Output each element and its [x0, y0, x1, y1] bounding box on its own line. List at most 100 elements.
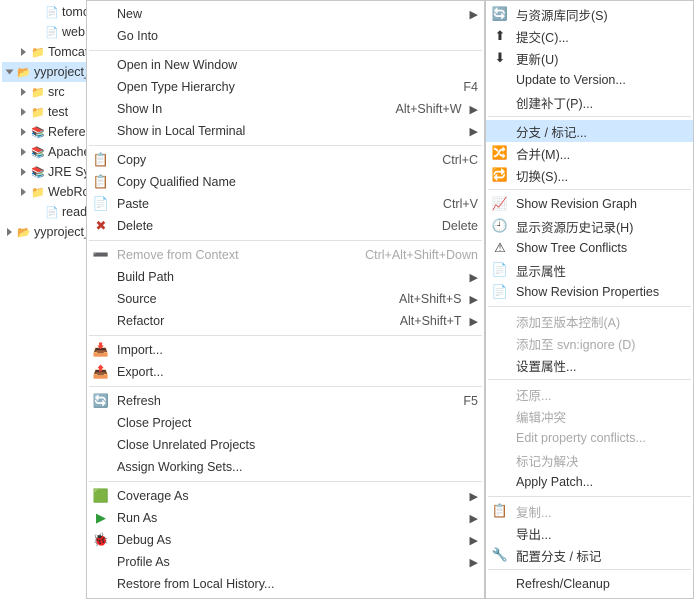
- menu2-item-28[interactable]: 🔧配置分支 / 标记: [486, 544, 693, 566]
- menu2-item-2[interactable]: ⬇更新(U): [486, 47, 693, 69]
- tree-icon: 📁: [30, 44, 46, 60]
- menu-label: Apply Patch...: [516, 475, 687, 489]
- menu-label: Copy: [117, 153, 432, 167]
- menu1-item-1[interactable]: Go Into: [87, 25, 484, 47]
- expand-arrow-icon: [30, 5, 44, 19]
- menu-shortcut: Ctrl+Alt+Shift+Down: [365, 248, 478, 262]
- menu1-item-14[interactable]: Build Path▶: [87, 266, 484, 288]
- menu-label: Source: [117, 292, 389, 306]
- menu-icon: [91, 27, 111, 45]
- menu-label: Paste: [117, 197, 433, 211]
- tree-label: yyproject_: [34, 65, 91, 79]
- menu1-item-24[interactable]: Assign Working Sets...: [87, 456, 484, 478]
- menu1-item-16[interactable]: RefactorAlt+Shift+T▶: [87, 310, 484, 332]
- menu2-item-10[interactable]: 📈Show Revision Graph: [486, 193, 693, 215]
- menu2-item-8[interactable]: 🔁切换(S)...: [486, 164, 693, 186]
- menu1-item-6[interactable]: Show in Local Terminal▶: [87, 120, 484, 142]
- menu2-item-1[interactable]: ⬆提交(C)...: [486, 25, 693, 47]
- menu1-item-5[interactable]: Show InAlt+Shift+W▶: [87, 98, 484, 120]
- menu2-item-24[interactable]: Apply Patch...: [486, 471, 693, 493]
- menu1-item-19[interactable]: 📤Export...: [87, 361, 484, 383]
- menu1-item-26[interactable]: 🟩Coverage As▶: [87, 485, 484, 507]
- menu-label: Open Type Hierarchy: [117, 80, 453, 94]
- submenu-arrow-icon: ▶: [470, 490, 478, 503]
- menu1-item-4[interactable]: Open Type HierarchyF4: [87, 76, 484, 98]
- menu-icon: 🟩: [91, 487, 111, 505]
- menu1-item-28[interactable]: 🐞Debug As▶: [87, 529, 484, 551]
- expand-arrow-icon[interactable]: [2, 225, 16, 239]
- menu1-item-18[interactable]: 📥Import...: [87, 339, 484, 361]
- menu1-item-27[interactable]: ▶Run As▶: [87, 507, 484, 529]
- menu-label: 复制...: [516, 502, 687, 521]
- menu1-item-9[interactable]: 📋 Copy Qualified Name: [87, 171, 484, 193]
- menu2-item-11[interactable]: 🕘显示资源历史记录(H): [486, 215, 693, 237]
- tree-icon: 📚: [30, 124, 46, 140]
- menu-label: Refactor: [117, 314, 390, 328]
- menu1-item-15[interactable]: SourceAlt+Shift+S▶: [87, 288, 484, 310]
- menu-icon: 🔄: [91, 392, 111, 410]
- menu2-item-6[interactable]: 分支 / 标记...: [486, 120, 693, 142]
- menu1-item-31[interactable]: Java EE Tools▶: [87, 595, 484, 599]
- menu-label: 显示属性: [516, 261, 687, 280]
- submenu-arrow-icon: ▶: [470, 556, 478, 569]
- menu-label: 导出...: [516, 524, 687, 543]
- expand-arrow-icon[interactable]: [16, 145, 30, 159]
- tree-icon: 📚: [30, 144, 46, 160]
- expand-arrow-icon[interactable]: [2, 65, 16, 79]
- menu1-item-29[interactable]: Profile As▶: [87, 551, 484, 573]
- menu2-item-4[interactable]: 创建补丁(P)...: [486, 91, 693, 113]
- menu-icon: 📋: [91, 173, 111, 191]
- menu2-item-30[interactable]: Refresh/Cleanup: [486, 573, 693, 595]
- menu2-item-13[interactable]: 📄显示属性: [486, 259, 693, 281]
- menu2-item-27[interactable]: 导出...: [486, 522, 693, 544]
- expand-arrow-icon[interactable]: [16, 185, 30, 199]
- tree-label: src: [48, 85, 65, 99]
- menu-label: Copy Qualified Name: [117, 175, 478, 189]
- expand-arrow-icon[interactable]: [16, 105, 30, 119]
- expand-arrow-icon[interactable]: [16, 85, 30, 99]
- menu-icon: [91, 575, 111, 593]
- menu2-item-12[interactable]: ⚠Show Tree Conflicts: [486, 237, 693, 259]
- menu-icon: [91, 78, 111, 96]
- tree-icon: 📁: [30, 184, 46, 200]
- tree-icon: 📂: [16, 224, 32, 240]
- menu-label: 配置分支 / 标记: [516, 546, 687, 565]
- menu1-item-22[interactable]: Close Project: [87, 412, 484, 434]
- menu2-item-18[interactable]: 设置属性...: [486, 354, 693, 376]
- menu2-item-3[interactable]: Update to Version...: [486, 69, 693, 91]
- menu1-item-0[interactable]: New▶: [87, 3, 484, 25]
- menu2-item-7[interactable]: 🔀合并(M)...: [486, 142, 693, 164]
- menu-separator: [488, 116, 691, 117]
- menu2-item-21: 编辑冲突: [486, 405, 693, 427]
- menu-icon: [490, 312, 510, 330]
- tree-icon: 📄: [44, 204, 60, 220]
- expand-arrow-icon[interactable]: [16, 165, 30, 179]
- menu2-item-14[interactable]: 📄Show Revision Properties: [486, 281, 693, 303]
- menu-shortcut: F5: [463, 394, 478, 408]
- menu-label: Open in New Window: [117, 58, 478, 72]
- menu-icon: [91, 268, 111, 286]
- expand-arrow-icon[interactable]: [16, 125, 30, 139]
- menu1-item-10[interactable]: 📄PasteCtrl+V: [87, 193, 484, 215]
- menu-label: Import...: [117, 343, 478, 357]
- menu1-item-11[interactable]: ✖DeleteDelete: [87, 215, 484, 237]
- menu-icon: [91, 553, 111, 571]
- menu1-item-23[interactable]: Close Unrelated Projects: [87, 434, 484, 456]
- menu-label: Delete: [117, 219, 432, 233]
- expand-arrow-icon[interactable]: [16, 45, 30, 59]
- menu2-item-0[interactable]: 🔄与资源库同步(S): [486, 3, 693, 25]
- menu-label: Go Into: [117, 29, 478, 43]
- menu-icon: [490, 93, 510, 111]
- menu-icon: [490, 575, 510, 593]
- menu1-item-8[interactable]: 📋CopyCtrl+C: [87, 149, 484, 171]
- menu1-item-3[interactable]: Open in New Window: [87, 54, 484, 76]
- tree-icon: 📂: [16, 64, 32, 80]
- menu-icon: 🕘: [490, 217, 510, 235]
- menu-label: Refresh: [117, 394, 453, 408]
- menu1-item-21[interactable]: 🔄 Refresh F5: [87, 390, 484, 412]
- menu-icon: [91, 100, 111, 118]
- menu-shortcut: Ctrl+V: [443, 197, 478, 211]
- menu1-item-30[interactable]: Restore from Local History...: [87, 573, 484, 595]
- menu2-item-31[interactable]: Upgrade: [486, 595, 693, 599]
- menu-icon: 📈: [490, 195, 510, 213]
